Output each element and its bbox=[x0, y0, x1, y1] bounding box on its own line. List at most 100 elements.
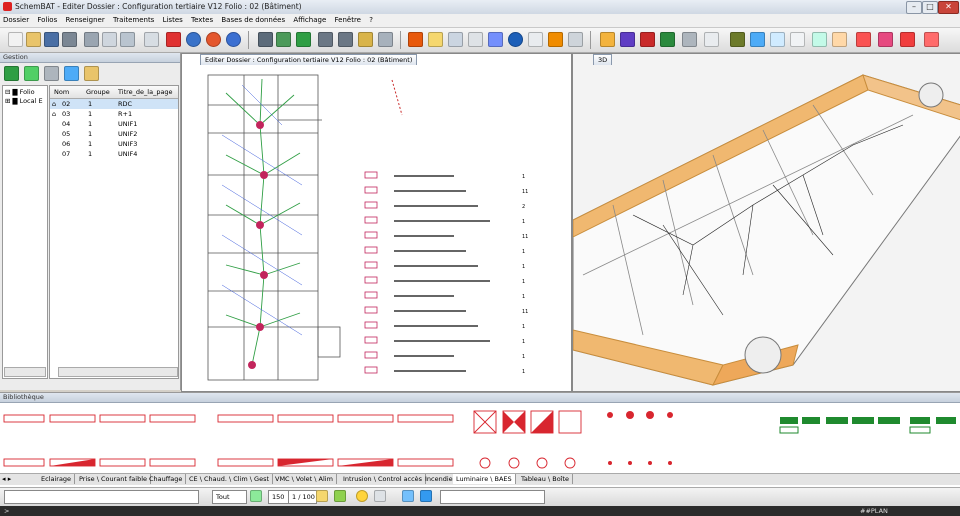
layer-select[interactable] bbox=[4, 490, 199, 504]
scale-value[interactable]: 1 / 100 bbox=[288, 490, 317, 504]
menu-folios[interactable]: Folios bbox=[34, 14, 60, 27]
delete-symbol-icon[interactable] bbox=[900, 32, 915, 47]
col-header-titre[interactable]: Titre_de_la_page bbox=[118, 88, 173, 96]
col-header-groupe[interactable]: Groupe bbox=[86, 88, 110, 96]
line-style-icon[interactable] bbox=[316, 490, 328, 502]
house-icon[interactable] bbox=[704, 32, 719, 47]
table-row[interactable]: 05 1 UNIF2 bbox=[50, 129, 178, 139]
drawing-view[interactable]: Editer Dossier : Configuration tertiaire… bbox=[181, 53, 572, 392]
network-icon[interactable] bbox=[790, 32, 805, 47]
stop-icon[interactable] bbox=[206, 32, 221, 47]
maximize-button[interactable]: □ bbox=[922, 1, 938, 14]
next-green-icon[interactable] bbox=[296, 32, 311, 47]
list-icon[interactable] bbox=[750, 32, 765, 47]
close-button[interactable]: ✕ bbox=[938, 1, 959, 14]
col-header-nom[interactable]: Nom bbox=[54, 88, 69, 96]
minimize-button[interactable]: – bbox=[906, 1, 922, 14]
grid-toggle-icon[interactable] bbox=[250, 490, 262, 502]
cube-view-icon[interactable] bbox=[600, 32, 615, 47]
link-icon[interactable] bbox=[44, 66, 59, 81]
table-row[interactable]: 04 1 UNIF1 bbox=[50, 119, 178, 129]
new-icon[interactable] bbox=[8, 32, 23, 47]
camera-icon[interactable] bbox=[682, 32, 697, 47]
tab-incendie[interactable]: Incendie bbox=[422, 474, 457, 484]
cross-tool-icon[interactable] bbox=[528, 32, 543, 47]
text-a-icon[interactable] bbox=[428, 32, 443, 47]
bulb-icon[interactable] bbox=[356, 490, 368, 502]
grid-icon[interactable] bbox=[770, 32, 785, 47]
copy-icon[interactable] bbox=[102, 32, 117, 47]
tab-ce-chaud-clim-gest[interactable]: CE \ Chaud. \ Clim \ Gest bbox=[186, 474, 274, 484]
symbol-search-select[interactable] bbox=[440, 490, 545, 504]
cut-icon[interactable] bbox=[84, 32, 99, 47]
info-icon[interactable] bbox=[508, 32, 523, 47]
tab-luminaire-baes[interactable]: Luminaire \ BAES bbox=[453, 474, 516, 484]
folder-icon[interactable] bbox=[84, 66, 99, 81]
dimension-icon[interactable] bbox=[568, 32, 583, 47]
symbol-insert-icon[interactable] bbox=[408, 32, 423, 47]
delete-link-icon[interactable] bbox=[878, 32, 893, 47]
tab-intrusion-control-acces[interactable]: Intrusion \ Control accès bbox=[340, 474, 427, 484]
lock-icon[interactable] bbox=[378, 32, 393, 47]
next-arrow-icon[interactable] bbox=[338, 32, 353, 47]
tab-drawing[interactable]: Editer Dossier : Configuration tertiaire… bbox=[200, 54, 418, 65]
delete-icon[interactable] bbox=[166, 32, 181, 47]
tab-tableau-boite[interactable]: Tableau \ Boîte bbox=[518, 474, 574, 484]
tab-vmc-volet-alim[interactable]: VMC \ Volet \ Alim bbox=[272, 474, 337, 484]
menu-listes[interactable]: Listes bbox=[160, 14, 186, 27]
menu-traitements[interactable]: Traitements bbox=[110, 14, 157, 27]
crop-icon[interactable] bbox=[488, 32, 503, 47]
measure-icon[interactable] bbox=[468, 32, 483, 47]
tab-scroll-arrows[interactable]: ◂ ▸ bbox=[2, 475, 30, 483]
table-row[interactable]: 07 1 UNIF4 bbox=[50, 149, 178, 159]
bus-icon[interactable] bbox=[812, 32, 827, 47]
table-row[interactable]: 06 1 UNIF3 bbox=[50, 139, 178, 149]
table-row[interactable]: ⌂ 03 1 R+1 bbox=[50, 109, 178, 119]
erase-red-icon[interactable] bbox=[856, 32, 871, 47]
table-row[interactable]: ⌂ 02 1 RDC bbox=[50, 99, 178, 109]
cube-blue-icon[interactable] bbox=[620, 32, 635, 47]
window-icon[interactable] bbox=[420, 490, 432, 502]
table-scrollbar[interactable] bbox=[58, 367, 178, 377]
tree-item-local[interactable]: ⊞ ▇ Local E bbox=[5, 97, 43, 105]
line-tool-icon[interactable] bbox=[548, 32, 563, 47]
tree-item-folio[interactable]: ⊟ ▇ Folio bbox=[5, 88, 35, 96]
save-icon[interactable] bbox=[44, 32, 59, 47]
table-icon[interactable] bbox=[448, 32, 463, 47]
menu-renseigner[interactable]: Renseigner bbox=[62, 14, 107, 27]
menu-fenetre[interactable]: Fenêtre bbox=[332, 14, 364, 27]
prev-arrow-icon[interactable] bbox=[318, 32, 333, 47]
pen-icon[interactable] bbox=[334, 490, 346, 502]
page-list-icon[interactable] bbox=[276, 32, 291, 47]
columns-icon[interactable] bbox=[64, 66, 79, 81]
cube-green-icon[interactable] bbox=[660, 32, 675, 47]
tab-prise-courant-faible[interactable]: Prise \ Courant faible bbox=[76, 474, 152, 484]
layer-icon[interactable] bbox=[402, 490, 414, 502]
tab-eclairage[interactable]: Eclairage bbox=[38, 474, 76, 484]
export-icon[interactable] bbox=[832, 32, 847, 47]
pencil-icon[interactable] bbox=[358, 32, 373, 47]
save-all-icon[interactable] bbox=[62, 32, 77, 47]
menu-bases-de-donnees[interactable]: Bases de données bbox=[218, 14, 288, 27]
menu-affichage[interactable]: Affichage bbox=[290, 14, 329, 27]
menu-textes[interactable]: Textes bbox=[188, 14, 216, 27]
menu-help[interactable]: ? bbox=[366, 14, 376, 27]
help-icon[interactable] bbox=[226, 32, 241, 47]
zoom-value[interactable]: 150 bbox=[268, 490, 289, 504]
3d-view[interactable]: 3D bbox=[572, 53, 960, 392]
book-icon[interactable] bbox=[730, 32, 745, 47]
snap-icon[interactable] bbox=[374, 490, 386, 502]
undo-icon[interactable] bbox=[186, 32, 201, 47]
delete-all-icon[interactable] bbox=[924, 32, 939, 47]
down-arrow-icon[interactable] bbox=[24, 66, 39, 81]
print-icon[interactable] bbox=[144, 32, 159, 47]
paste-icon[interactable] bbox=[120, 32, 135, 47]
menu-dossier[interactable]: Dossier bbox=[0, 14, 32, 27]
cube-red-icon[interactable] bbox=[640, 32, 655, 47]
up-arrow-icon[interactable] bbox=[4, 66, 19, 81]
tab-chauffage[interactable]: Chauffage bbox=[146, 474, 187, 484]
filter-select[interactable]: Tout bbox=[212, 490, 247, 504]
first-page-icon[interactable] bbox=[258, 32, 273, 47]
tree-scrollbar[interactable] bbox=[4, 367, 46, 377]
tab-3d[interactable]: 3D bbox=[593, 54, 613, 65]
